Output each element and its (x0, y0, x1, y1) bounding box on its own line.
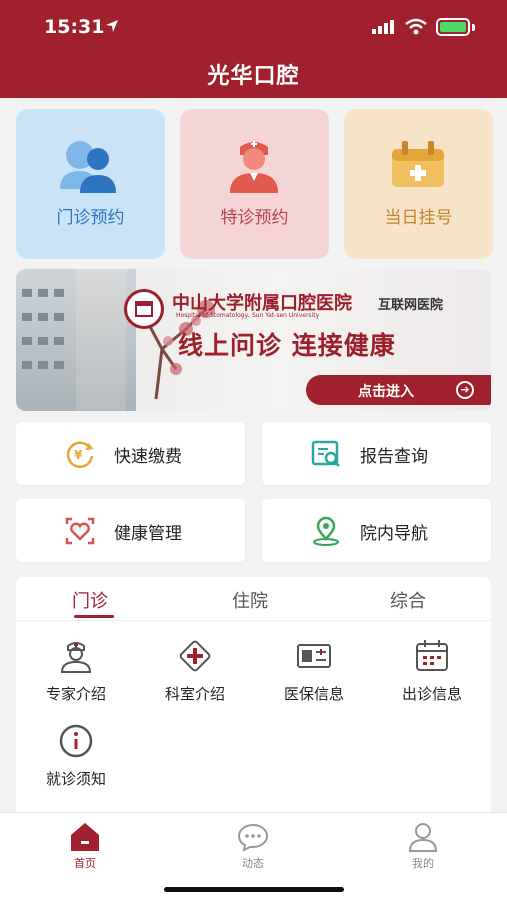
insurance-info-label: 医保信息 (283, 685, 344, 703)
department-intro-button[interactable]: 科室介绍 (145, 638, 245, 718)
health-management-label: 健康管理 (114, 524, 182, 544)
special-appointment-label: 特诊预约 (220, 208, 289, 228)
tab-mine[interactable]: 我的 (388, 819, 458, 870)
tab-news[interactable]: 动态 (218, 819, 288, 870)
arrow-right-icon: ➜ (456, 381, 474, 399)
location-icon (313, 516, 339, 546)
info-panel: 门诊 住院 综合 专家介绍 科室介绍 医保信息 出诊信息 就诊须知 (16, 577, 491, 812)
insurance-info-button[interactable]: 医保信息 (264, 638, 364, 718)
health-management-button[interactable]: 健康管理 (16, 499, 245, 562)
user-icon (408, 823, 438, 852)
hospital-navigation-button[interactable]: 院内导航 (262, 499, 491, 562)
hospital-banner[interactable]: 中山大学附属口腔医院 Hospital of Stomatology, Sun … (16, 269, 491, 411)
visit-notice-label: 就诊须知 (45, 770, 106, 788)
doctor-group-icon (60, 141, 116, 193)
tab-outpatient[interactable]: 门诊 (72, 587, 108, 613)
report-query-label: 报告查询 (360, 447, 428, 467)
hospital-logo (124, 289, 164, 329)
tab-inpatient[interactable]: 住院 (232, 587, 268, 613)
quick-payment-button[interactable]: ¥ 快速缴费 (16, 422, 245, 485)
expert-intro-button[interactable]: 专家介绍 (26, 638, 126, 718)
app-header: 15:31 光华口腔 (0, 0, 507, 98)
location-arrow-icon (106, 20, 118, 32)
svg-text:¥: ¥ (74, 448, 83, 462)
department-icon (179, 640, 211, 672)
chat-icon (237, 823, 269, 852)
tab-home[interactable]: 首页 (50, 819, 120, 870)
wifi-icon (405, 18, 427, 35)
clinic-schedule-label: 出诊信息 (401, 685, 462, 703)
payment-icon: ¥ (66, 441, 94, 468)
same-day-registration-card[interactable]: 当日挂号 (344, 109, 493, 259)
tab-mine-label: 我的 (412, 857, 434, 870)
tab-home-label: 首页 (74, 857, 96, 870)
hospital-navigation-label: 院内导航 (360, 524, 428, 544)
home-icon (71, 823, 99, 851)
visit-notice-button[interactable]: 就诊须知 (26, 723, 126, 803)
banner-enter-label: 点击进入 (358, 384, 414, 400)
same-day-registration-label: 当日挂号 (384, 208, 453, 228)
report-query-button[interactable]: 报告查询 (262, 422, 491, 485)
doctor-icon (60, 642, 92, 673)
health-heart-icon (65, 517, 95, 545)
calendar-icon (416, 640, 448, 671)
info-icon (59, 724, 93, 758)
medical-kit-icon (392, 141, 444, 187)
bottom-tab-bar: 首页 动态 我的 (0, 812, 507, 900)
active-tab-indicator (74, 615, 114, 618)
banner-enter-button[interactable]: 点击进入 ➜ (306, 375, 491, 405)
outpatient-appointment-card[interactable]: 门诊预约 (16, 109, 165, 259)
banner-subtitle: 互联网医院 (378, 298, 444, 313)
home-indicator (164, 887, 344, 892)
battery-icon (436, 18, 470, 36)
outpatient-appointment-label: 门诊预约 (56, 208, 125, 228)
expert-intro-label: 专家介绍 (45, 685, 106, 703)
tab-divider (16, 620, 491, 621)
banner-slogan: 线上问诊 连接健康 (178, 331, 396, 360)
report-search-icon (311, 440, 340, 467)
status-bar: 15:31 (0, 0, 507, 52)
page-title: 光华口腔 (207, 64, 300, 89)
quick-payment-label: 快速缴费 (114, 447, 182, 467)
insurance-card-icon (297, 644, 331, 668)
department-intro-label: 科室介绍 (164, 685, 225, 703)
status-time: 15:31 (44, 16, 105, 38)
special-appointment-card[interactable]: 特诊预约 (180, 109, 329, 259)
tab-news-label: 动态 (242, 857, 264, 870)
nurse-icon (230, 141, 278, 193)
cellular-signal-icon (372, 20, 394, 34)
clinic-schedule-button[interactable]: 出诊信息 (382, 638, 482, 718)
banner-hospital-name-en: Hospital of Stomatology, Sun Yat-sen Uni… (176, 312, 320, 319)
tab-general[interactable]: 综合 (390, 587, 426, 613)
